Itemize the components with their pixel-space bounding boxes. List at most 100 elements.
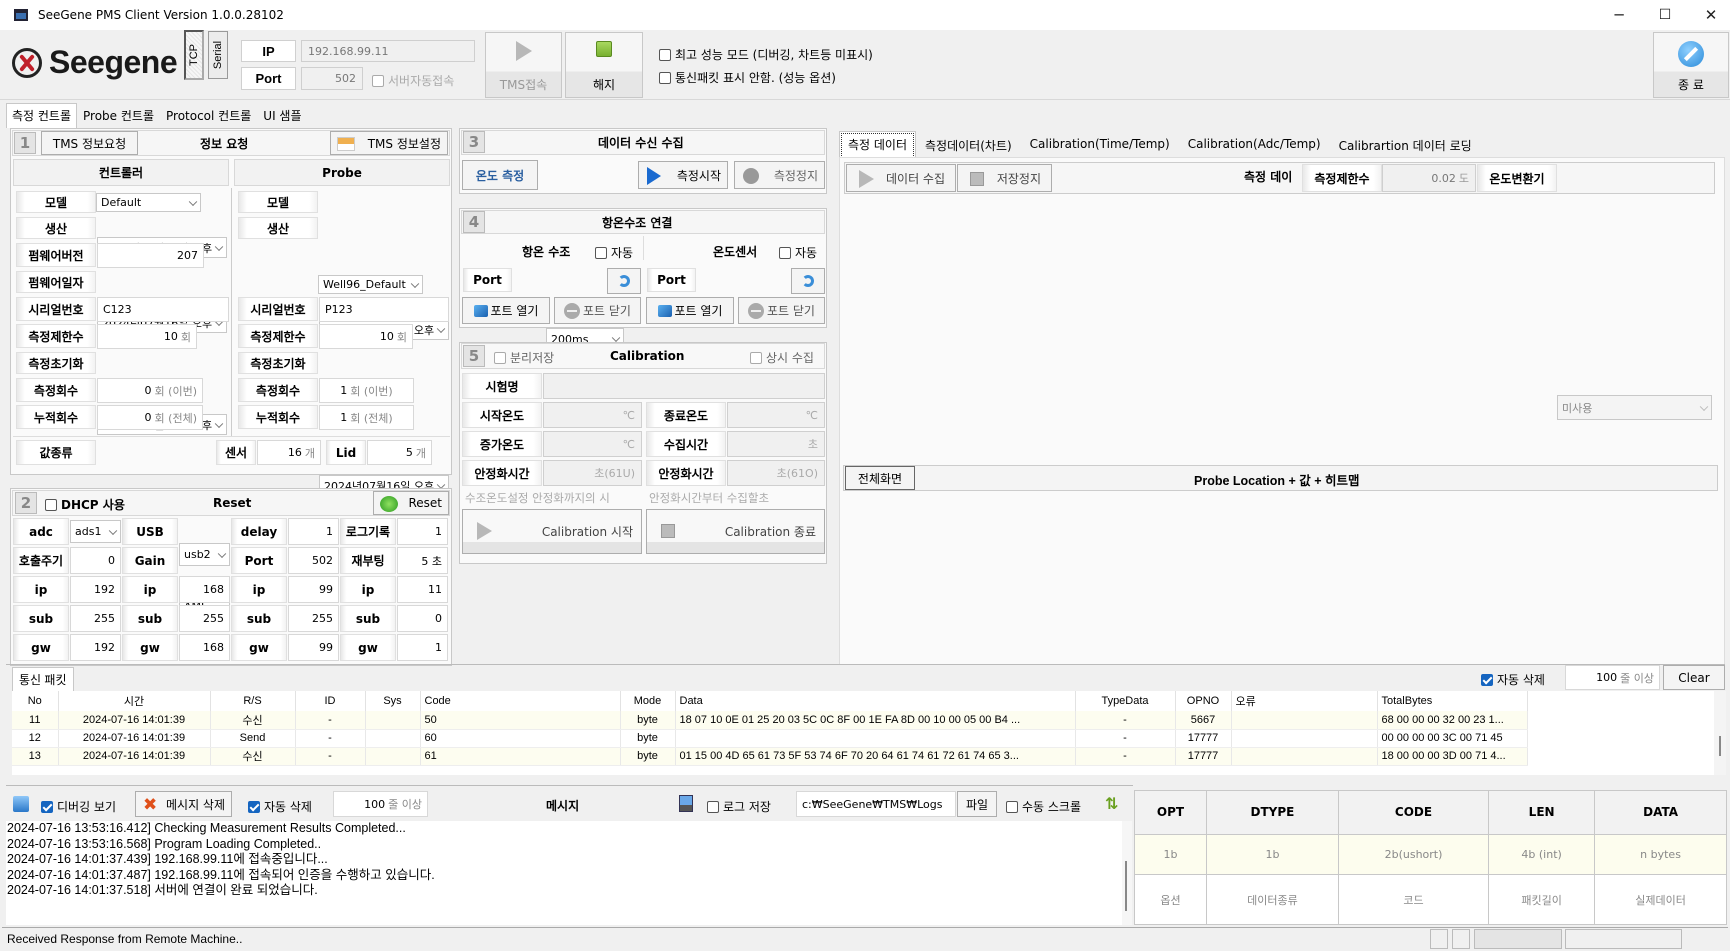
probe-limit-input[interactable]: 10 회 [319,324,413,349]
fw-version-input[interactable]: 207 [97,243,204,268]
tab-measurement-control[interactable]: 측정 컨트롤 [6,103,78,128]
fullscreen-button[interactable]: 전체화면 [845,466,915,490]
temp-measure-button[interactable]: 온도 측정 [462,160,538,190]
sensor-close-port-button[interactable]: 포트 닫기 [738,297,825,324]
calibration-end-button[interactable]: Calibration 종료 [646,509,825,554]
column-header[interactable]: Code [420,691,621,711]
sensor-count-input[interactable]: 16 개 [257,440,321,465]
column-header[interactable]: No [12,691,59,711]
table-row[interactable]: 12 2024-07-16 14:01:39 Send -60 byte -17777 00… [12,729,1528,748]
always-collect-box[interactable] [750,351,762,364]
packet-clear-button[interactable]: Clear [1663,665,1725,690]
delete-messages-button[interactable]: ✖ 메시지 삭제 [135,791,232,817]
log-path-input[interactable]: c:₩SeeGene₩TMS₩Logs [796,791,956,817]
sensor-open-port-button[interactable]: 포트 열기 [646,297,734,324]
probe-total-input[interactable]: 1회 (전체) [319,405,414,430]
tab-communication-packets[interactable]: 통신 패킷 [12,667,74,691]
debug-view-box[interactable] [41,800,53,813]
controller-count-input[interactable]: 0회 (이번) [97,378,203,403]
stop-save-button[interactable]: 저장정지 [957,164,1052,192]
stable-time-u-input[interactable]: 초(61U) [543,460,642,486]
performance-mode-checkbox[interactable]: 최고 성능 모드 (디버깅, 차트등 미표시) [659,46,873,63]
always-collect-checkbox[interactable]: 상시 수집 [750,349,814,366]
sensor-auto-checkbox[interactable]: 자동 [779,244,817,261]
net-setting-input[interactable]: 5 초 [397,547,448,574]
probe-count-input[interactable]: 1회 (이번) [319,378,414,403]
probe-serial-input[interactable]: P123 [319,297,449,322]
auto-connect-checkbox[interactable]: 서버자동접속 [372,72,454,89]
calibration-start-button[interactable]: Calibration 시작 [462,509,642,554]
net-setting-input[interactable]: 1 [397,634,448,661]
net-setting-input[interactable]: 0 [397,605,448,632]
tab-calibration-adc-temp[interactable]: Calibration(Adc/Temp) [1179,131,1330,160]
column-header[interactable]: Data [675,691,1076,711]
net-setting-select[interactable]: usb2 [179,543,230,566]
hide-packets-checkbox[interactable]: 통신패킷 표시 안함. (성능 옵션) [659,69,836,86]
controller-model-select[interactable]: Default [96,193,201,212]
message-auto-delete-checkbox[interactable]: 자동 삭제 [248,798,312,815]
column-header[interactable]: 시간 [58,691,211,711]
packet-scroll-thumb[interactable] [1719,736,1721,756]
file-button[interactable]: 파일 [957,791,997,817]
sensor-refresh-button[interactable] [791,268,825,294]
net-setting-select[interactable]: ads1 [70,520,121,543]
probe-model-select[interactable]: Well96_Default [318,275,423,294]
serial-mode-button[interactable]: Serial [208,31,228,79]
column-header[interactable]: 오류 [1231,691,1378,711]
separate-save-checkbox[interactable]: 분리저장 [494,349,554,366]
net-setting-input[interactable]: 168 [179,634,230,661]
test-name-input[interactable] [543,373,825,399]
tab-calibration-time-temp[interactable]: Calibration(Time/Temp) [1021,131,1179,160]
net-setting-input[interactable]: 255 [288,605,339,632]
sort-arrows-icon[interactable]: ⇅ [1105,794,1118,813]
tms-info-request-button[interactable]: TMS 정보요청 [41,131,138,155]
controller-total-input[interactable]: 0회 (전체) [97,405,203,430]
start-temp-input[interactable]: ℃ [543,402,642,428]
message-lines-input[interactable]: 100 줄 이상 [333,791,428,817]
tab-measurement-chart[interactable]: 측정데이터(차트) [916,131,1021,160]
collect-time-input[interactable]: 초 [727,431,825,457]
column-header[interactable]: R/S [210,691,296,711]
packet-auto-delete-checkbox[interactable]: 자동 삭제 [1481,671,1545,688]
controller-limit-input[interactable]: 10 회 [97,324,197,349]
tab-measurement-data[interactable]: 측정 데이터 [839,131,917,160]
column-header[interactable]: TypeData [1075,691,1176,711]
ip-input[interactable]: 192.168.99.11 [301,40,475,62]
log-save-box[interactable] [707,800,719,813]
packet-lines-input[interactable]: 100 줄 이상 [1565,665,1660,690]
bath-open-port-button[interactable]: 포트 열기 [462,297,550,324]
reset-button[interactable]: Reset [373,491,449,515]
maximize-button[interactable]: ☐ [1642,0,1688,30]
table-row[interactable]: 11 2024-07-16 14:01:39 수신 -50 byte 18 07 10 0… [12,711,1528,730]
start-measure-button[interactable]: 측정시작 [638,161,728,189]
exit-button[interactable]: 종 료 [1653,32,1729,98]
converter-select[interactable]: 미사용 [1557,395,1712,420]
net-setting-input[interactable]: 99 [288,576,339,603]
bath-close-port-button[interactable]: 포트 닫기 [554,297,641,324]
debug-view-checkbox[interactable]: 디버깅 보기 [41,798,116,815]
net-setting-input[interactable]: 99 [288,634,339,661]
minimize-button[interactable]: ─ [1596,0,1642,30]
disconnect-button[interactable]: 해지 [565,32,643,98]
stable-time-o-input[interactable]: 초(61O) [727,460,825,486]
net-setting-input[interactable]: 255 [70,605,121,632]
lid-count-input[interactable]: 5개 [367,440,432,465]
performance-mode-box[interactable] [659,48,671,61]
tab-calibration-loading[interactable]: Calibrartion 데이터 로딩 [1330,131,1481,160]
tms-info-settings-button[interactable]: TMS 정보설정 [330,131,448,155]
sensor-auto-box[interactable] [779,246,791,259]
bath-auto-checkbox[interactable]: 자동 [595,244,633,261]
table-row[interactable]: 13 2024-07-16 14:01:39 수신 -61 byte 01 15 00 4… [12,747,1528,766]
dhcp-checkbox[interactable]: DHCP 사용 [45,496,125,513]
message-auto-delete-box[interactable] [248,800,260,813]
auto-connect-box[interactable] [372,74,384,87]
message-scrollbar[interactable] [1122,821,1132,925]
manual-scroll-box[interactable] [1006,800,1018,813]
save-disk-icon[interactable] [679,795,693,812]
end-temp-input[interactable]: ℃ [727,402,825,428]
net-setting-input[interactable]: 502 [288,547,339,574]
tcp-mode-button[interactable]: TCP [184,30,204,80]
message-scroll-thumb[interactable] [1125,861,1127,911]
column-header[interactable]: Sys [365,691,421,711]
net-setting-input[interactable]: 11 [397,576,448,603]
